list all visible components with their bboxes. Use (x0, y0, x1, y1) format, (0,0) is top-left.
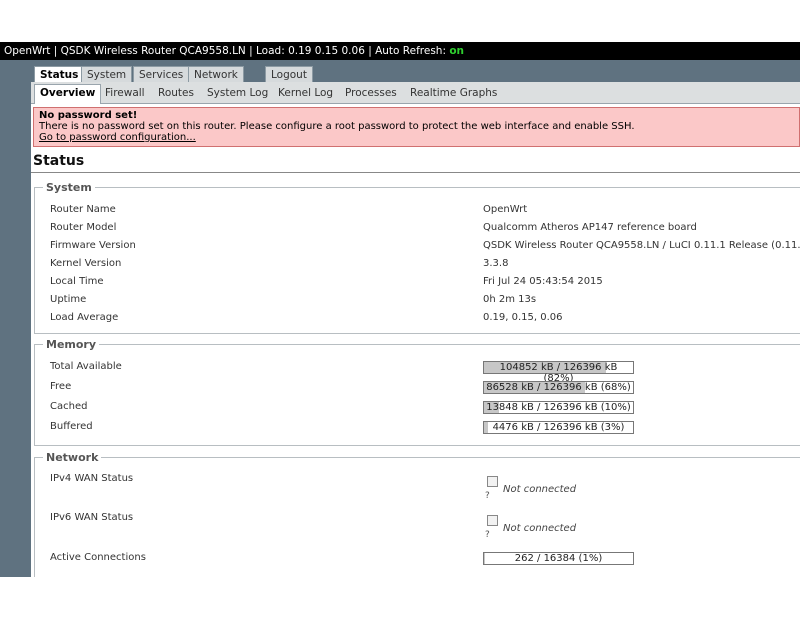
local-time-value: Fri Jul 24 05:43:54 2015 (483, 276, 603, 287)
network-legend: Network (43, 451, 102, 464)
buffered-label: Buffered (50, 421, 93, 432)
unknown-status-icon: ? (485, 515, 499, 540)
load-average-value: 0.19, 0.15, 0.06 (483, 312, 563, 323)
password-config-link[interactable]: Go to password configuration... (39, 132, 196, 143)
router-model-label: Router Model (50, 222, 117, 233)
tab-status[interactable]: Status (34, 66, 85, 83)
firmware-version-value: QSDK Wireless Router QCA9558.LN / LuCI 0… (483, 240, 800, 251)
load-average-label: Load Average (50, 312, 119, 323)
alert-message: There is no password set on this router.… (39, 121, 635, 132)
buffered-value: 4476 kB / 126396 kB (3%) (492, 422, 625, 433)
subtab-kernel-log[interactable]: Kernel Log (278, 85, 333, 102)
active-connections-row: Active Connections 262 / 16384 (1%) (50, 549, 800, 567)
firmware-version-label: Firmware Version (50, 240, 136, 251)
kernel-version-label: Kernel Version (50, 258, 122, 269)
system-legend: System (43, 181, 95, 194)
ipv6-wan-label: IPv6 WAN Status (50, 512, 134, 523)
memory-section: Memory Total Available 104852 kB / 12639… (34, 338, 800, 446)
buffered-bar: 4476 kB / 126396 kB (3%) (483, 421, 634, 434)
left-margin-bar (0, 60, 31, 577)
unknown-status-icon: ? (485, 476, 499, 501)
router-model-value: Qualcomm Atheros AP147 reference board (483, 222, 697, 233)
active-connections-bar: 262 / 16384 (1%) (483, 552, 634, 565)
sub-menu-tabs: Overview Firewall Routes System Log Kern… (31, 82, 800, 104)
router-name-label: Router Name (50, 204, 116, 215)
subtab-processes[interactable]: Processes (345, 85, 397, 102)
ipv4-wan-row: IPv4 WAN Status ? Not connected (50, 470, 800, 501)
free-value: 86528 kB / 126396 kB (68%) (486, 382, 631, 393)
network-section: Network IPv4 WAN Status ? Not connected … (34, 451, 800, 577)
free-bar: 86528 kB / 126396 kB (68%) (483, 381, 634, 394)
ipv4-wan-label: IPv4 WAN Status (50, 473, 134, 484)
subtab-system-log[interactable]: System Log (207, 85, 268, 102)
active-connections-label: Active Connections (50, 552, 146, 563)
subtab-overview[interactable]: Overview (34, 84, 102, 104)
system-row: Router Model Qualcomm Atheros AP147 refer… (50, 219, 800, 237)
subtab-firewall[interactable]: Firewall (105, 85, 145, 102)
memory-legend: Memory (43, 338, 100, 351)
tab-system[interactable]: System (81, 66, 133, 82)
tab-services[interactable]: Services (133, 66, 190, 82)
system-row: Uptime 0h 2m 13s (50, 291, 800, 309)
free-label: Free (50, 381, 72, 392)
tab-network[interactable]: Network (188, 66, 244, 82)
router-name-value: OpenWrt (483, 204, 528, 215)
total-available-label: Total Available (50, 361, 122, 372)
ipv6-wan-status: Not connected (503, 523, 577, 534)
system-row: Firmware Version QSDK Wireless Router QCA… (50, 237, 800, 255)
memory-row: Buffered 4476 kB / 126396 kB (3%) (50, 418, 800, 436)
auto-refresh-toggle[interactable]: on (449, 45, 464, 57)
system-row: Load Average 0.19, 0.15, 0.06 (50, 309, 800, 327)
local-time-label: Local Time (50, 276, 104, 287)
ipv4-wan-status: Not connected (503, 484, 577, 495)
system-section: System Router Name OpenWrt Router Model Qu… (34, 181, 800, 334)
cached-value: 13848 kB / 126396 kB (10%) (486, 402, 631, 413)
cached-bar: 13848 kB / 126396 kB (10%) (483, 401, 634, 414)
title-divider (31, 172, 800, 173)
system-row: Local Time Fri Jul 24 05:43:54 2015 (50, 273, 800, 291)
active-connections-value: 262 / 16384 (1%) (514, 553, 603, 564)
uptime-label: Uptime (50, 294, 87, 305)
page-title: Status (33, 153, 85, 169)
tab-logout[interactable]: Logout (265, 66, 313, 82)
main-content: No password set! There is no password se… (31, 104, 800, 577)
ipv6-wan-row: IPv6 WAN Status ? Not connected (50, 509, 800, 540)
system-row: Kernel Version 3.3.8 (50, 255, 800, 273)
total-available-bar: 104852 kB / 126396 kB (82%) (483, 361, 634, 384)
header-title: OpenWrt | QSDK Wireless Router QCA9558.L… (4, 45, 450, 57)
memory-row: Cached 13848 kB / 126396 kB (10%) (50, 398, 800, 416)
cached-label: Cached (50, 401, 88, 412)
no-password-alert: No password set! There is no password se… (33, 107, 800, 147)
memory-row: Free 86528 kB / 126396 kB (68%) (50, 378, 800, 396)
alert-title: No password set! (39, 110, 138, 121)
memory-row: Total Available 104852 kB / 126396 kB (8… (50, 358, 800, 384)
uptime-value: 0h 2m 13s (483, 294, 537, 305)
top-status-bar: OpenWrt | QSDK Wireless Router QCA9558.L… (0, 42, 800, 60)
system-row: Router Name OpenWrt (50, 201, 800, 219)
subtab-routes[interactable]: Routes (158, 85, 194, 102)
subtab-realtime-graphs[interactable]: Realtime Graphs (410, 85, 497, 102)
main-menu-tabs: Status System Services Network Logout (31, 60, 800, 83)
kernel-version-value: 3.3.8 (483, 258, 509, 269)
